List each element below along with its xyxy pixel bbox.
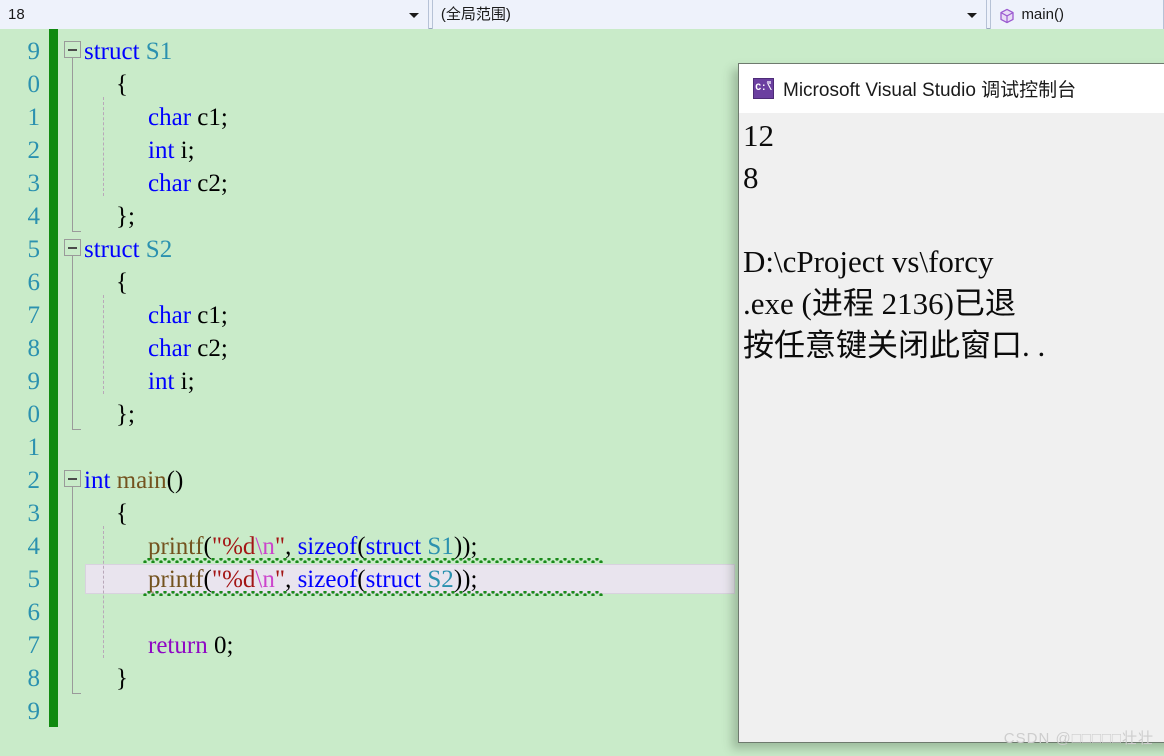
code-token-pun: }; <box>116 203 135 230</box>
code-token-pun: i; <box>174 137 195 164</box>
code-token-type: S1 <box>427 533 454 560</box>
code-line-text: char c2; <box>148 335 228 362</box>
project-selector-value: 18 <box>8 6 25 23</box>
chevron-down-icon[interactable] <box>408 12 419 18</box>
code-token-kw: char <box>148 302 192 329</box>
code-token-kw: sizeof <box>297 533 358 560</box>
code-token-kw: struct <box>365 566 422 593</box>
code-token-kw: sizeof <box>297 566 358 593</box>
member-selector-dropdown[interactable]: main() <box>990 0 1164 29</box>
code-token-fn: printf <box>148 533 204 560</box>
code-line-text: int i; <box>148 137 195 164</box>
code-token-num: 0; <box>207 632 234 659</box>
error-squiggle-underline <box>143 591 603 596</box>
member-selector-value: main() <box>1021 6 1064 23</box>
code-token-pun: ( <box>203 533 212 560</box>
console-output-line: 8 <box>743 160 759 195</box>
scope-selector-value: (全局范围) <box>440 6 511 23</box>
code-token-pun: , <box>285 533 298 560</box>
code-token-type: S2 <box>145 236 173 263</box>
code-token-pun: i; <box>174 368 195 395</box>
code-token-kw: int <box>148 137 175 164</box>
code-token-pun: )); <box>453 566 478 593</box>
code-token-pun: c1; <box>191 302 228 329</box>
code-line-text: char c1; <box>148 302 228 329</box>
code-line-text: printf("%d\n", sizeof(struct S1)); <box>148 533 477 560</box>
code-token-pun: c1; <box>191 104 228 131</box>
code-line-text: char c1; <box>148 104 228 131</box>
console-title-bar[interactable]: C:\ Microsoft Visual Studio 调试控制台 <box>739 64 1164 113</box>
code-token-pun: ( <box>203 566 212 593</box>
code-token-pun: { <box>116 269 128 296</box>
code-token-pun: } <box>116 665 128 692</box>
code-line-text: char c2; <box>148 170 228 197</box>
code-token-pun: { <box>116 500 128 527</box>
code-token-fn: printf <box>148 566 204 593</box>
console-cmd-icon: C:\ <box>753 78 774 99</box>
code-line-text: { <box>116 71 128 98</box>
code-token-kw: char <box>148 104 192 131</box>
code-token-str: "%d <box>211 566 256 593</box>
code-token-pun: c2; <box>191 170 228 197</box>
console-output-line: D:\cProject vs\forcy <box>743 244 994 279</box>
method-cube-icon <box>999 8 1015 24</box>
chevron-down-icon[interactable] <box>967 12 978 18</box>
code-token-pun: { <box>116 71 128 98</box>
code-token-pun: }; <box>116 401 135 428</box>
code-token-str: " <box>274 566 286 593</box>
error-squiggle-underline <box>143 558 603 563</box>
code-line-text: }; <box>116 401 135 428</box>
code-token-pun: c2; <box>191 335 228 362</box>
code-token-kw: int <box>148 368 175 395</box>
code-line-text: return 0; <box>148 632 233 659</box>
scope-selector-dropdown[interactable]: (全局范围) <box>431 0 988 29</box>
console-title-text: Microsoft Visual Studio 调试控制台 <box>783 80 1077 101</box>
debug-console-window[interactable]: C:\ Microsoft Visual Studio 调试控制台 12 8 D:… <box>738 63 1164 743</box>
code-token-kw: struct <box>365 533 422 560</box>
code-token-pun: () <box>166 467 184 494</box>
console-cmd-icon-label: C:\ <box>755 82 772 94</box>
code-token-esc: \n <box>255 533 275 560</box>
console-output-line: 按任意键关闭此窗口. . <box>743 328 1046 363</box>
code-line-text: struct S2 <box>84 236 172 263</box>
code-token-kw: char <box>148 170 192 197</box>
console-output-line: 12 <box>743 118 774 153</box>
code-token-pun: ( <box>357 566 366 593</box>
code-token-kw: char <box>148 335 192 362</box>
code-token-type: S1 <box>145 38 173 65</box>
code-token-kw: struct <box>84 38 140 65</box>
code-line-text: { <box>116 269 128 296</box>
code-token-pun: )); <box>453 533 478 560</box>
code-token-kw: struct <box>84 236 140 263</box>
code-line-text: printf("%d\n", sizeof(struct S2)); <box>148 566 477 593</box>
console-output-line: .exe (进程 2136)已退 <box>743 286 1016 321</box>
code-token-str: " <box>274 533 286 560</box>
code-token-ctl: return <box>148 632 208 659</box>
code-line-text: int main() <box>84 467 183 494</box>
code-token-pun: ( <box>357 533 366 560</box>
console-output-area[interactable]: 12 8 D:\cProject vs\forcy .exe (进程 2136)已退… <box>739 113 1164 742</box>
code-token-str: "%d <box>211 533 256 560</box>
screenshot-root: 18 (全局范围) main() 901234567890123456789 s… <box>0 0 1164 756</box>
code-token-esc: \n <box>255 566 275 593</box>
code-token-fn: main <box>116 467 167 494</box>
code-token-kw: int <box>84 467 111 494</box>
code-token-type: S2 <box>427 566 454 593</box>
navigation-bar: 18 (全局范围) main() <box>0 0 1164 29</box>
code-token-pun: , <box>285 566 298 593</box>
code-line-text: struct S1 <box>84 38 172 65</box>
code-line-text: } <box>116 665 128 692</box>
code-line-text: { <box>116 500 128 527</box>
code-line-text: }; <box>116 203 135 230</box>
code-line-text: int i; <box>148 368 195 395</box>
project-selector-dropdown[interactable]: 18 <box>0 0 429 29</box>
